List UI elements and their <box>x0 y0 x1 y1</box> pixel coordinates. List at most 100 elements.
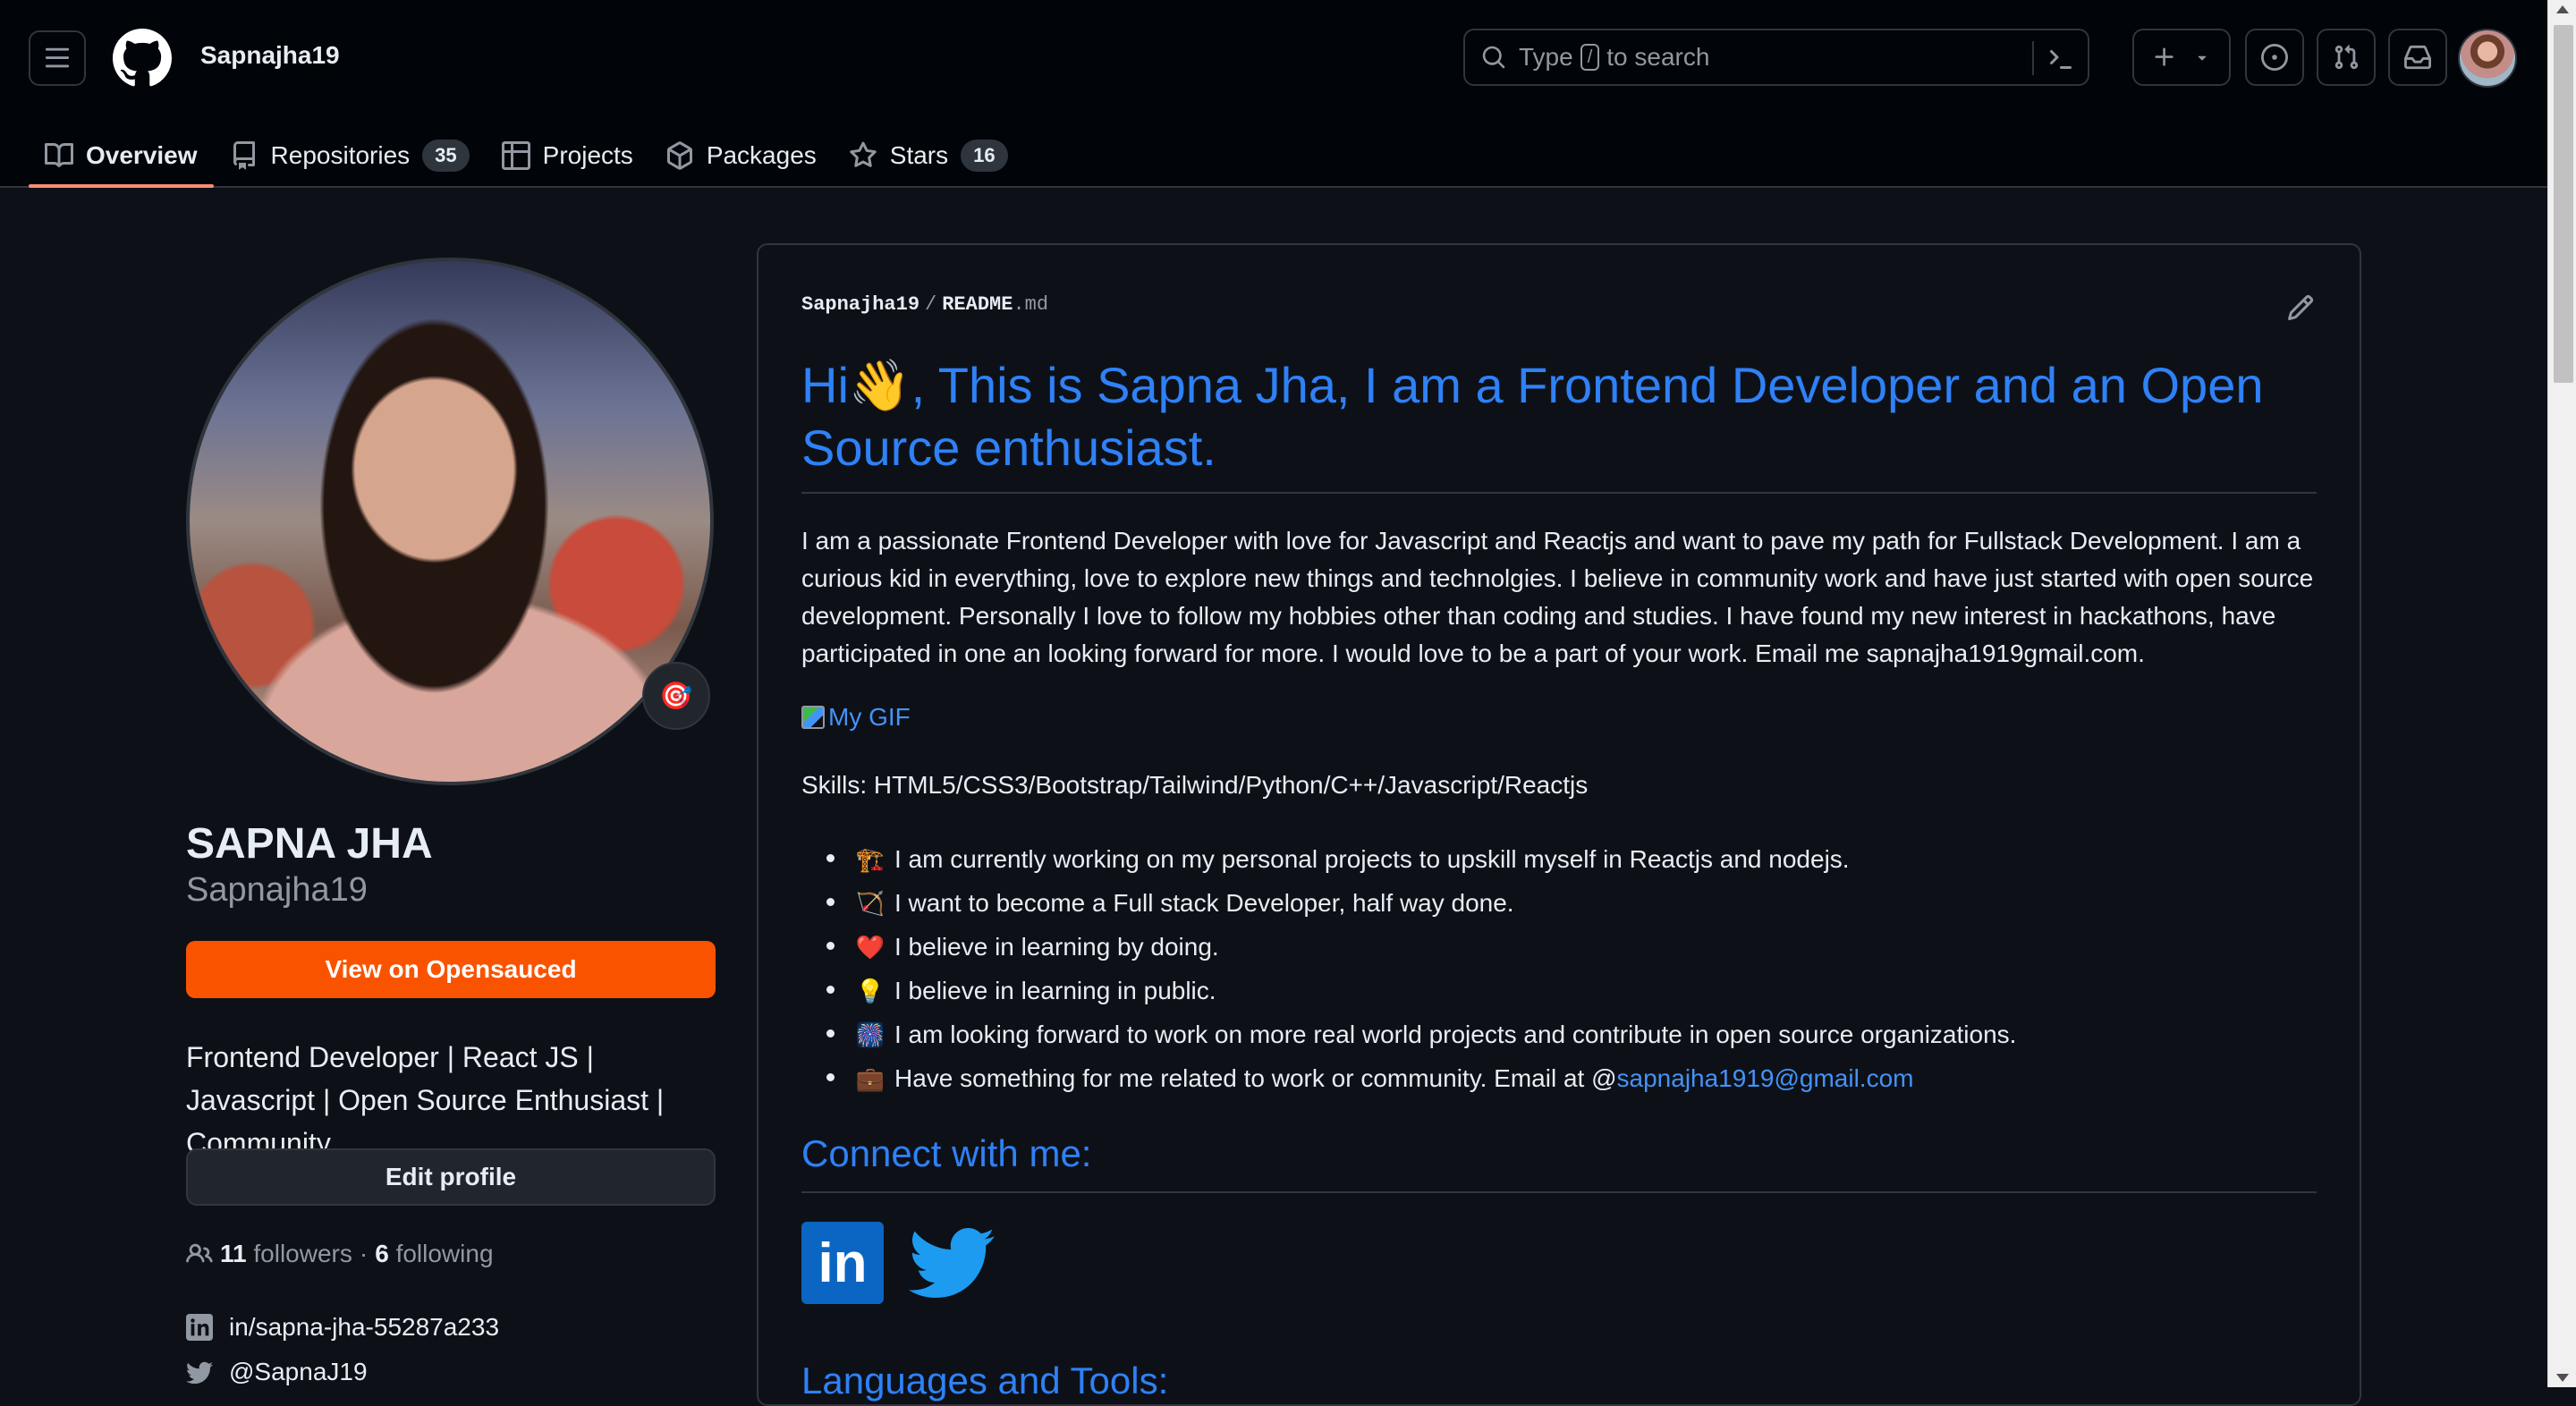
profile-tabs: Overview Repositories 35 Projects Packag… <box>29 125 1024 188</box>
readme-path-owner[interactable]: Sapnajha19 <box>801 293 919 316</box>
scroll-up-arrow-icon[interactable] <box>2556 5 2569 13</box>
readme-path: Sapnajha19 /README.md <box>801 293 1048 316</box>
email-link[interactable]: sapnajha1919@gmail.com <box>1617 1064 1914 1092</box>
command-palette-icon[interactable] <box>2046 45 2075 73</box>
search-icon <box>1482 46 1505 69</box>
twitter-link-icon[interactable] <box>909 1222 995 1299</box>
list-item: 💼 Have something for me related to work … <box>801 1056 2016 1100</box>
readme-intro: I am a passionate Frontend Developer wit… <box>801 527 2314 667</box>
issues-button[interactable] <box>2245 29 2304 86</box>
linkedin-handle: in/sapna-jha-55287a233 <box>229 1313 500 1341</box>
readme-path-separator: / <box>925 293 937 316</box>
readme-skills: Skills: HTML5/CSS3/Bootstrap/Tailwind/Py… <box>801 771 1589 799</box>
list-item-text: I am looking forward to work on more rea… <box>894 1020 2017 1048</box>
linkedin-social-link[interactable]: in/sapna-jha-55287a233 <box>186 1313 499 1342</box>
briefcase-emoji-icon: 💼 <box>855 1064 886 1092</box>
inbox-button[interactable] <box>2388 29 2447 86</box>
search-slash-key: / <box>1580 44 1600 71</box>
hamburger-menu-button[interactable] <box>29 30 86 86</box>
profile-full-name: SAPNA JHA <box>186 820 433 868</box>
create-new-button[interactable] <box>2132 29 2231 86</box>
linkedin-tile-label: in <box>818 1232 868 1294</box>
list-item-text: I want to become a Full stack Developer,… <box>894 888 1514 917</box>
list-item-text: I believe in learning by doing. <box>894 932 1219 961</box>
tab-projects-label: Projects <box>542 141 633 169</box>
pencil-icon[interactable] <box>2286 293 2315 322</box>
twitter-handle: @SapnaJ19 <box>229 1358 368 1385</box>
tab-stars[interactable]: Stars 16 <box>833 125 1024 186</box>
scroll-down-arrow-icon[interactable] <box>2556 1374 2569 1382</box>
hamburger-icon <box>45 47 70 68</box>
git-pull-request-icon <box>2334 45 2359 70</box>
readme-heading-start: Hi <box>801 357 849 413</box>
view-on-opensauced-button[interactable]: View on Opensauced <box>186 941 716 998</box>
following-link[interactable]: 6 following <box>375 1240 493 1268</box>
tab-packages-label: Packages <box>706 141 817 169</box>
follow-stats: 11 followers · 6 following <box>186 1240 494 1268</box>
readme-list: 🏗️ I am currently working on my personal… <box>801 837 2016 1100</box>
list-item-text: I believe in learning in public. <box>894 976 1216 1004</box>
profile-bio: Frontend Developer | React JS | Javascri… <box>186 1041 665 1159</box>
list-item: ❤️ I believe in learning by doing. <box>801 925 2016 969</box>
header-username[interactable]: Sapnajha19 <box>200 41 340 70</box>
email-prefix-text: Have something for me related to work or… <box>894 1063 1617 1092</box>
linkedin-link-icon[interactable]: in <box>801 1222 884 1304</box>
page-scrollbar[interactable] <box>2547 0 2576 1387</box>
status-badge[interactable]: 🎯 <box>642 662 710 730</box>
issue-opened-icon <box>2261 44 2288 71</box>
profile-avatar[interactable] <box>186 258 714 785</box>
repo-icon <box>233 141 255 170</box>
broken-image-icon <box>801 706 825 729</box>
languages-heading: Languages and Tools: <box>801 1359 1169 1402</box>
gif-alt-text: My GIF <box>828 703 911 731</box>
twitter-social-link[interactable]: @SapnaJ19 <box>186 1358 368 1386</box>
tab-packages[interactable]: Packages <box>649 125 833 186</box>
book-icon <box>45 142 73 167</box>
user-avatar[interactable] <box>2458 29 2517 88</box>
connect-heading: Connect with me: <box>801 1132 1092 1174</box>
fireworks-emoji-icon: 🎆 <box>855 1021 886 1048</box>
construction-emoji-icon: 🏗️ <box>855 845 886 873</box>
tab-projects[interactable]: Projects <box>486 125 649 186</box>
tab-stars-label: Stars <box>889 141 949 169</box>
tab-repositories-label: Repositories <box>270 141 411 169</box>
plus-icon <box>2155 47 2174 66</box>
stars-count-badge: 16 <box>961 140 1008 172</box>
pull-requests-button[interactable] <box>2317 29 2376 86</box>
search-input[interactable]: Type / to search <box>1463 29 2089 86</box>
search-divider <box>2032 41 2034 75</box>
status-emoji: 🎯 <box>659 681 693 711</box>
list-item: 🎆 I am looking forward to work on more r… <box>801 1012 2016 1056</box>
tab-overview-label: Overview <box>86 141 198 169</box>
tab-repositories[interactable]: Repositories 35 <box>214 125 486 186</box>
heading-divider <box>801 492 2317 494</box>
readme-path-ext: .md <box>1013 293 1049 316</box>
list-item: 🏗️ I am currently working on my personal… <box>801 837 2016 881</box>
global-header: Sapnajha19 Type / to search Overview Rep… <box>0 0 2547 188</box>
triangle-down-icon <box>2198 55 2207 61</box>
table-icon <box>501 141 530 170</box>
readme-path-file[interactable]: README <box>942 293 1013 316</box>
repositories-count-badge: 35 <box>422 140 470 172</box>
heart-emoji-icon: ❤️ <box>855 933 886 961</box>
scrollbar-thumb[interactable] <box>2554 25 2573 383</box>
search-placeholder-prefix: Type <box>1519 43 1573 71</box>
connect-divider <box>801 1191 2317 1193</box>
profile-login: Sapnajha19 <box>186 871 368 909</box>
my-gif-image-link[interactable]: My GIF <box>801 703 911 732</box>
list-item-text: I am currently working on my personal pr… <box>894 844 1850 873</box>
following-count: 6 <box>375 1240 389 1267</box>
bow-and-arrow-emoji-icon: 🏹 <box>855 889 886 917</box>
edit-profile-button[interactable]: Edit profile <box>186 1148 716 1206</box>
followers-count: 11 <box>220 1240 247 1267</box>
tab-overview[interactable]: Overview <box>29 125 214 188</box>
readme-heading: Hi👋, This is Sapna Jha, I am a Frontend … <box>801 354 2322 479</box>
light-bulb-emoji-icon: 💡 <box>855 977 886 1004</box>
follow-separator: · <box>359 1240 369 1267</box>
list-item-text: Have something for me related to work or… <box>894 1060 1913 1097</box>
twitter-icon <box>186 1361 213 1385</box>
github-logo-icon[interactable] <box>113 29 172 88</box>
wave-emoji-icon: 👋 <box>848 357 911 413</box>
followers-link[interactable]: 11 followers <box>220 1240 352 1268</box>
star-icon <box>849 141 877 167</box>
